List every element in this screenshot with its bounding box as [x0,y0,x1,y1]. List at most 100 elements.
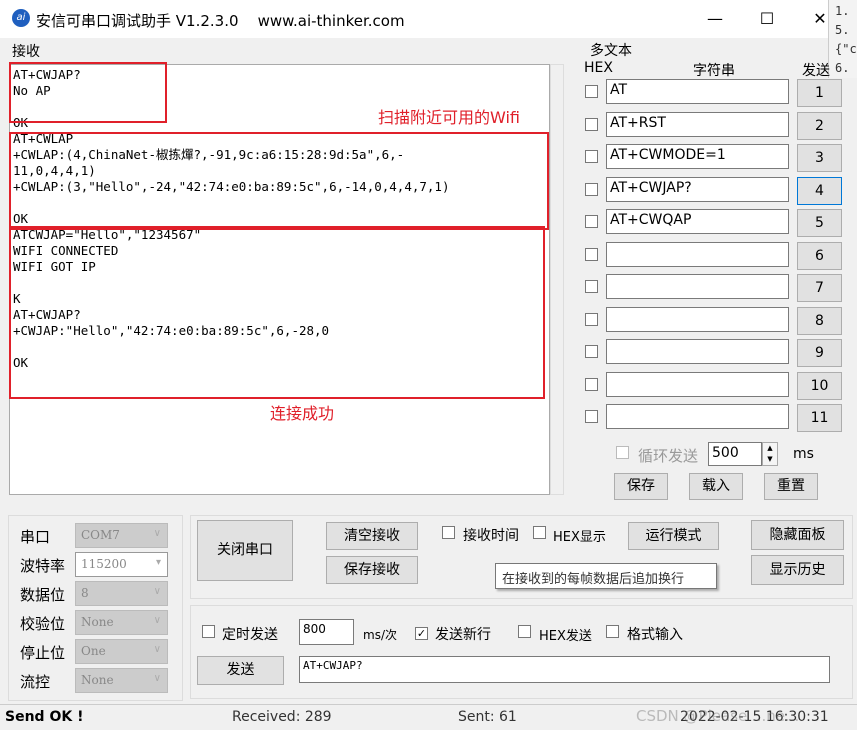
maximize-button[interactable]: ☐ [752,8,782,30]
multi-send-button[interactable]: 6 [797,241,842,270]
format-input-label: 格式输入 [627,627,683,643]
timed-send-checkbox[interactable] [202,625,215,642]
flow-control-row: 流控 None ∨ [20,668,170,694]
multi-send-button[interactable]: 5 [797,209,842,237]
multi-string-input[interactable] [606,306,789,332]
multi-row: AT 1 [585,77,845,107]
receive-scrollbar[interactable] [550,64,564,495]
annotation-box-3 [9,226,545,399]
loop-interval-spinner[interactable]: ▲ ▼ [762,442,778,466]
baud-row: 波特率 115200 ▾ [20,552,170,578]
title-bar: ai 安信可串口调试助手 V1.2.3.0 www.ai-thinker.com… [0,0,828,38]
hex-checkbox[interactable] [585,117,598,131]
multi-send-button[interactable]: 2 [797,111,842,140]
receive-time-checkbox[interactable] [442,526,455,543]
watermark: CSDN @Please ...ne... [636,707,800,725]
multi-send-button[interactable]: 11 [797,404,842,432]
minimize-button[interactable]: — [700,8,730,30]
save-multi-button[interactable]: 保存 [614,473,668,500]
multi-string-input[interactable]: AT+CWQAP [606,209,789,234]
stop-bits-select[interactable]: One ∨ [75,639,168,664]
show-history-button[interactable]: 显示历史 [751,555,844,585]
loop-send-label: 循环发送 [638,447,699,465]
loop-interval-input[interactable]: 500 [708,442,762,466]
hex-checkbox[interactable] [585,247,598,261]
app-logo-icon: ai [12,9,30,27]
load-multi-button[interactable]: 载入 [689,473,743,500]
clear-receive-button[interactable]: 清空接收 [326,522,418,550]
reset-multi-button[interactable]: 重置 [764,473,818,500]
multi-send-button[interactable]: 9 [797,339,842,367]
send-input[interactable]: AT+CWJAP? [299,656,830,683]
hex-checkbox[interactable] [585,150,598,163]
flow-control-label: 流控 [20,673,51,691]
close-port-button[interactable]: 关闭串口 [197,520,293,581]
window-title: 安信可串口调试助手 V1.2.3.0 www.ai-thinker.com [36,12,405,30]
loop-send-checkbox[interactable] [616,446,629,463]
multi-row: AT+CWMODE=1 3 [585,142,845,172]
multi-string-input[interactable]: AT [606,79,789,104]
multi-string-input[interactable] [606,241,789,267]
hex-display-label: HEX显示 [553,530,606,545]
multi-row: AT+CWJAP? 4 [585,175,845,205]
hex-checkbox[interactable] [585,377,598,391]
hex-display-checkbox[interactable] [533,526,546,543]
save-receive-button[interactable]: 保存接收 [326,556,418,584]
baud-label: 波特率 [20,557,66,575]
stop-bits-row: 停止位 One ∨ [20,639,170,665]
annotation-box-2 [9,132,549,230]
hex-checkbox[interactable] [585,280,598,293]
annotation-box-1 [9,62,167,123]
tooltip: 在接收到的每帧数据后追加换行 [495,563,717,589]
send-group [190,605,853,699]
multi-send-button[interactable]: 8 [797,306,842,335]
multi-send-button[interactable]: 10 [797,371,842,400]
multi-row: 10 [585,370,845,400]
multi-string-input[interactable] [606,371,789,397]
hex-checkbox[interactable] [585,345,598,358]
multi-send-button[interactable]: 4 [797,176,842,205]
interval-unit-label: ms/次 [363,628,397,642]
data-bits-label: 数据位 [20,586,66,604]
send-newline-checkbox[interactable]: ✓ [415,625,428,641]
hide-panel-button[interactable]: 隐藏面板 [751,520,844,550]
multi-string-input[interactable] [606,274,789,299]
flow-control-select[interactable]: None ∨ [75,668,168,693]
status-bar: Send OK ! Received: 289 Sent: 61 2022-02… [0,704,857,730]
hex-checkbox[interactable] [585,182,598,196]
format-input-checkbox[interactable] [606,625,619,642]
multi-string-input[interactable] [606,339,789,364]
multi-string-input[interactable]: AT+CWJAP? [606,176,789,202]
hex-checkbox[interactable] [585,410,598,423]
timed-interval-input[interactable]: 800 [299,619,354,645]
run-mode-button[interactable]: 运行模式 [628,522,719,550]
received-count: Received: 289 [232,709,332,725]
hex-send-label: HEX发送 [539,629,592,644]
multi-send-button[interactable]: 3 [797,144,842,172]
data-bits-row: 数据位 8 ∨ [20,581,170,607]
multi-string-input[interactable]: AT+RST [606,111,789,137]
multi-send-button[interactable]: 7 [797,274,842,302]
multi-row: 6 [585,240,845,270]
multi-row: 8 [585,305,845,335]
port-select[interactable]: COM7 ∨ [75,523,168,548]
multi-string-input[interactable] [606,404,789,429]
sent-count: Sent: 61 [458,709,517,725]
baud-select[interactable]: 115200 ▾ [75,552,168,577]
stop-bits-label: 停止位 [20,644,66,662]
background-window-snippet: 1. 5. {"c 6. [828,0,857,78]
multi-row: 7 [585,272,845,302]
port-row: 串口 COM7 ∨ [20,523,170,549]
hex-checkbox[interactable] [585,215,598,228]
receive-time-label: 接收时间 [463,528,519,544]
data-bits-select[interactable]: 8 ∨ [75,581,168,606]
annotation-connected: 连接成功 [270,404,335,423]
hex-send-checkbox[interactable] [518,625,531,642]
hex-checkbox[interactable] [585,312,598,326]
parity-select[interactable]: None ∨ [75,610,168,635]
multi-send-button[interactable]: 1 [797,79,842,107]
send-button[interactable]: 发送 [197,656,284,685]
multi-string-input[interactable]: AT+CWMODE=1 [606,144,789,169]
hex-checkbox[interactable] [585,85,598,98]
receive-label: 接收 [12,44,40,60]
